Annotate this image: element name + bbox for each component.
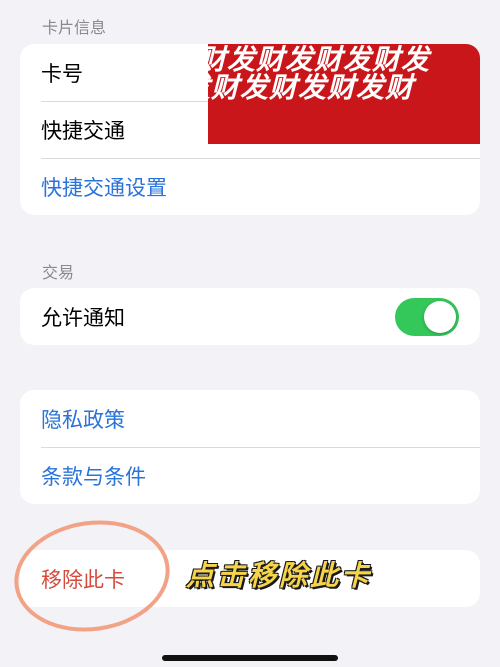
- privacy-policy-link[interactable]: 隐私政策: [41, 404, 459, 434]
- callout-annotation: 点击移除此卡: [186, 559, 373, 592]
- card-info-group: 卡号 快捷交通 开 快捷交通设置 财发财发财发财发 发财发财发财发财: [20, 44, 480, 215]
- terms-row[interactable]: 条款与条件: [20, 447, 480, 504]
- home-indicator[interactable]: [162, 655, 338, 661]
- allow-notifications-row: 允许通知: [20, 288, 480, 345]
- transactions-group: 允许通知: [20, 288, 480, 345]
- highlight-circle-annotation: [7, 510, 177, 642]
- express-transit-settings-row[interactable]: 快捷交通设置: [20, 158, 480, 215]
- redaction-text-line-2: 发财发财发财发财: [208, 71, 415, 104]
- section-header-card-info: 卡片信息: [42, 18, 107, 37]
- privacy-policy-row[interactable]: 隐私政策: [20, 390, 480, 447]
- terms-link[interactable]: 条款与条件: [41, 461, 459, 491]
- allow-notifications-label: 允许通知: [41, 305, 125, 330]
- express-transit-settings-link[interactable]: 快捷交通设置: [41, 172, 459, 202]
- section-header-transactions: 交易: [42, 263, 75, 282]
- card-number-redaction-banner: 财发财发财发财发 发财发财发财发财: [208, 44, 480, 144]
- legal-group: 隐私政策 条款与条件: [20, 390, 480, 504]
- allow-notifications-toggle[interactable]: [395, 297, 459, 336]
- wallet-card-details-screen: 卡片信息 卡号 快捷交通 开 快捷交通设置 财发财发财发财发 发财发财发财发财 …: [0, 0, 500, 667]
- toggle-knob: [424, 300, 456, 333]
